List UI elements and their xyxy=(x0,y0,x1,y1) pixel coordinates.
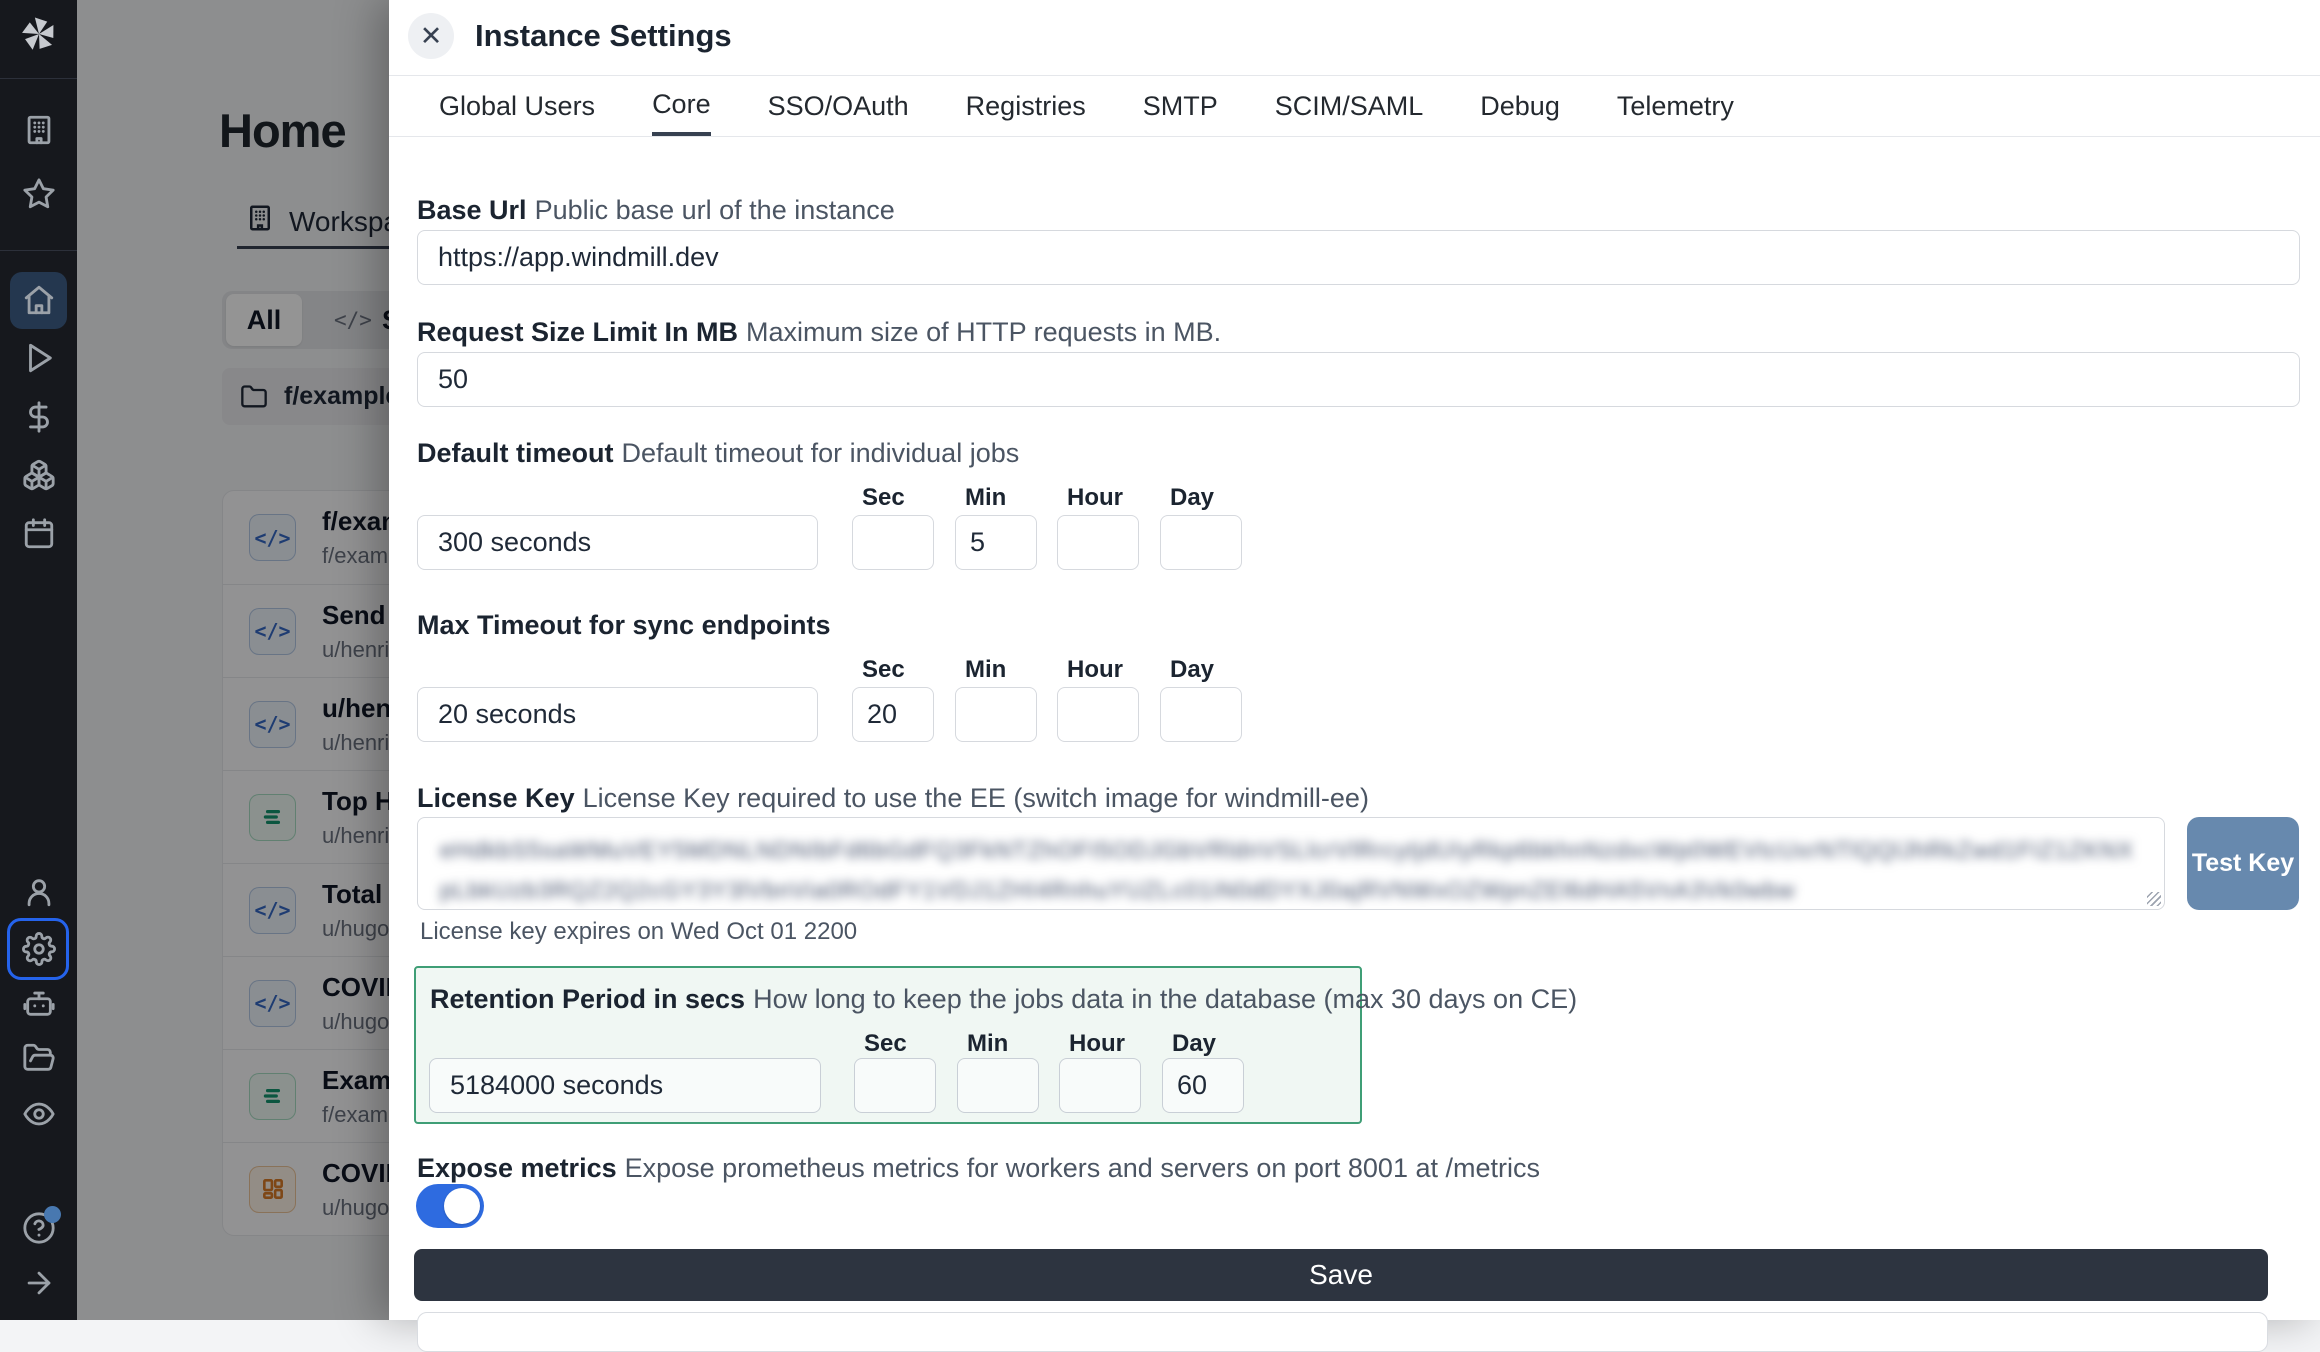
help-notification-dot xyxy=(44,1206,61,1223)
resources-boxes-icon[interactable] xyxy=(0,453,77,497)
ai-bot-icon[interactable] xyxy=(0,981,77,1025)
collapse-arrow-right-icon[interactable] xyxy=(0,1261,77,1305)
retention-min-input[interactable] xyxy=(957,1058,1039,1113)
default-timeout-hour-input[interactable] xyxy=(1057,515,1139,570)
retention-hour-input[interactable] xyxy=(1059,1058,1141,1113)
sidebar-divider xyxy=(0,78,77,79)
windmill-logo-icon[interactable] xyxy=(0,12,77,56)
sec-label: Sec xyxy=(862,484,905,512)
settings-tabbar: Global Users Core SSO/OAuth Registries S… xyxy=(389,76,2320,137)
tab-telemetry[interactable]: Telemetry xyxy=(1617,76,1734,136)
sec-label: Sec xyxy=(864,1030,907,1058)
default-timeout-label: Default timeoutDefault timeout for indiv… xyxy=(417,438,1019,469)
workspace-building-icon[interactable] xyxy=(0,108,77,152)
tab-scim-saml[interactable]: SCIM/SAML xyxy=(1275,76,1424,136)
license-key-redacted-value: eHdkbS5saWMuVEY5MDNLNDNIbFd6bGdFQ3FkNTZh… xyxy=(440,830,2142,910)
folders-icon[interactable] xyxy=(0,1036,77,1080)
tab-global-users[interactable]: Global Users xyxy=(439,76,595,136)
next-section-box xyxy=(417,1312,2268,1352)
toggle-knob xyxy=(444,1188,480,1224)
max-timeout-min-input[interactable] xyxy=(955,687,1037,742)
retention-day-input[interactable] xyxy=(1162,1058,1244,1113)
close-button[interactable]: ✕ xyxy=(408,13,454,59)
tab-core[interactable]: Core xyxy=(652,76,711,136)
default-timeout-day-input[interactable] xyxy=(1160,515,1242,570)
favorites-star-icon[interactable] xyxy=(0,172,77,216)
test-key-button[interactable]: Test Key xyxy=(2187,817,2299,910)
min-label: Min xyxy=(965,484,1006,512)
license-expiry-text: License key expires on Wed Oct 01 2200 xyxy=(420,918,857,946)
max-timeout-input[interactable] xyxy=(417,687,818,742)
base-url-input[interactable] xyxy=(417,230,2300,285)
retention-input[interactable] xyxy=(429,1058,821,1113)
retention-sec-input[interactable] xyxy=(854,1058,936,1113)
instance-settings-modal: ✕ Instance Settings Global Users Core SS… xyxy=(389,0,2320,1320)
hour-label: Hour xyxy=(1067,484,1123,512)
close-icon: ✕ xyxy=(420,21,443,52)
min-label: Min xyxy=(965,656,1006,684)
max-timeout-sec-input[interactable] xyxy=(852,687,934,742)
settings-gear-icon[interactable] xyxy=(0,927,77,971)
schedules-calendar-icon[interactable] xyxy=(0,512,77,556)
request-size-label: Request Size Limit In MBMaximum size of … xyxy=(417,317,1221,348)
day-label: Day xyxy=(1170,484,1214,512)
day-label: Day xyxy=(1172,1030,1216,1058)
expose-metrics-toggle[interactable] xyxy=(416,1184,484,1228)
tab-sso-oauth[interactable]: SSO/OAuth xyxy=(768,76,909,136)
hour-label: Hour xyxy=(1067,656,1123,684)
max-timeout-day-input[interactable] xyxy=(1160,687,1242,742)
retention-period-section: Retention Period in secsHow long to keep… xyxy=(414,966,1362,1124)
max-timeout-label: Max Timeout for sync endpoints xyxy=(417,610,839,641)
default-timeout-min-input[interactable] xyxy=(955,515,1037,570)
license-key-label: License KeyLicense Key required to use t… xyxy=(417,783,1369,814)
runs-play-icon[interactable] xyxy=(0,336,77,380)
modal-title: Instance Settings xyxy=(475,18,732,54)
tab-registries[interactable]: Registries xyxy=(966,76,1086,136)
min-label: Min xyxy=(967,1030,1008,1058)
hour-label: Hour xyxy=(1069,1030,1125,1058)
max-timeout-hour-input[interactable] xyxy=(1057,687,1139,742)
tab-debug[interactable]: Debug xyxy=(1480,76,1560,136)
base-url-label: Base UrlPublic base url of the instance xyxy=(417,195,895,226)
sec-label: Sec xyxy=(862,656,905,684)
default-timeout-sec-input[interactable] xyxy=(852,515,934,570)
home-icon[interactable] xyxy=(0,278,77,322)
expose-metrics-label: Expose metricsExpose prometheus metrics … xyxy=(417,1153,1540,1184)
sidebar-divider xyxy=(0,250,77,251)
default-timeout-input[interactable] xyxy=(417,515,818,570)
save-button[interactable]: Save xyxy=(414,1249,2268,1301)
tab-smtp[interactable]: SMTP xyxy=(1143,76,1218,136)
license-key-textarea[interactable]: eHdkbS5saWMuVEY5MDNLNDNIbFd6bGdFQ3FkNTZh… xyxy=(417,817,2165,910)
help-icon[interactable] xyxy=(0,1206,77,1250)
windmill-app: Home Workspa All </> Sc f/examples_e </>… xyxy=(0,0,2320,1320)
sidebar xyxy=(0,0,77,1320)
textarea-resize-handle[interactable] xyxy=(2147,892,2161,906)
request-size-input[interactable] xyxy=(417,352,2300,407)
day-label: Day xyxy=(1170,656,1214,684)
retention-label: Retention Period in secsHow long to keep… xyxy=(430,984,1577,1015)
workers-user-icon[interactable] xyxy=(0,870,77,914)
variables-dollar-icon[interactable] xyxy=(0,395,77,439)
audit-eye-icon[interactable] xyxy=(0,1092,77,1136)
